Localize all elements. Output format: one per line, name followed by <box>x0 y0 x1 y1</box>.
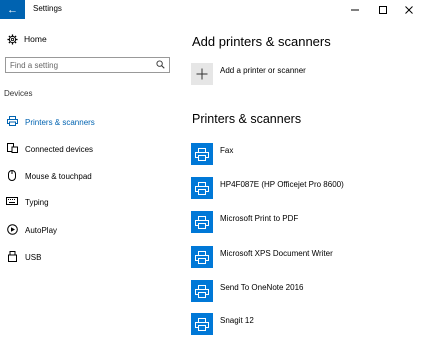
device-item-onenote[interactable]: Send To OneNote 2016 <box>191 280 303 302</box>
gear-icon <box>6 33 18 45</box>
window-title: Settings <box>33 4 62 13</box>
title-bar: ← Settings <box>0 0 421 19</box>
close-button[interactable] <box>394 0 421 19</box>
plus-icon <box>191 63 213 85</box>
device-label: HP4F087E (HP Officejet Pro 8600) <box>220 179 344 189</box>
printer-icon <box>191 313 213 335</box>
usb-icon <box>5 251 19 264</box>
device-label: Microsoft Print to PDF <box>220 213 299 223</box>
connected-devices-icon <box>5 143 19 155</box>
sidebar-item-usb[interactable]: USB <box>5 251 41 264</box>
main-content: Add printers & scanners Add a printer or… <box>180 19 421 353</box>
device-item-snagit[interactable]: Snagit 12 <box>191 313 254 335</box>
sidebar-item-label: Mouse & touchpad <box>25 172 92 181</box>
device-label: Snagit 12 <box>220 315 254 325</box>
printer-icon <box>5 116 19 128</box>
sidebar-item-label: USB <box>25 253 42 262</box>
sidebar-item-label: AutoPlay <box>25 226 58 235</box>
search-input[interactable]: Find a setting <box>5 57 170 73</box>
printer-icon <box>191 280 213 302</box>
sidebar-item-typing[interactable]: Typing <box>5 197 49 207</box>
back-button[interactable]: ← <box>0 0 25 19</box>
fax-icon <box>191 143 213 165</box>
sidebar-item-label: Printers & scanners <box>25 117 95 127</box>
autoplay-icon <box>5 224 19 237</box>
printer-icon <box>191 211 213 233</box>
printer-icon <box>191 246 213 268</box>
device-label: Fax <box>220 145 234 155</box>
back-arrow-icon: ← <box>7 3 18 16</box>
home-label: Home <box>24 34 47 44</box>
add-printer-button[interactable]: Add a printer or scanner <box>191 63 306 85</box>
add-printers-heading: Add printers & scanners <box>192 34 331 49</box>
sidebar-item-printers-scanners[interactable]: Printers & scanners <box>5 116 95 128</box>
device-item-print-to-pdf[interactable]: Microsoft Print to PDF <box>191 211 298 233</box>
device-item-fax[interactable]: Fax <box>191 143 233 165</box>
close-icon <box>405 5 413 14</box>
device-label: Microsoft XPS Document Writer <box>220 248 333 258</box>
maximize-icon <box>379 5 387 14</box>
home-link[interactable]: Home <box>6 33 47 45</box>
sidebar-item-connected-devices[interactable]: Connected devices <box>5 143 93 155</box>
add-printer-label: Add a printer or scanner <box>220 65 306 75</box>
search-placeholder: Find a setting <box>10 60 59 70</box>
keyboard-icon <box>5 197 19 207</box>
minimize-button[interactable] <box>340 0 370 19</box>
minimize-icon <box>351 9 359 10</box>
sidebar-item-label: Typing <box>25 197 49 207</box>
sidebar-item-mouse-touchpad[interactable]: Mouse & touchpad <box>5 170 92 183</box>
search-icon <box>156 60 165 71</box>
device-label: Send To OneNote 2016 <box>220 282 304 292</box>
sidebar-item-autoplay[interactable]: AutoPlay <box>5 224 57 237</box>
device-item-hp-officejet[interactable]: HP4F087E (HP Officejet Pro 8600) <box>191 177 344 199</box>
section-header-devices: Devices <box>4 89 33 98</box>
mouse-icon <box>5 170 19 183</box>
printers-list-heading: Printers & scanners <box>192 112 302 126</box>
device-item-xps-writer[interactable]: Microsoft XPS Document Writer <box>191 246 333 268</box>
sidebar-item-label: Connected devices <box>25 144 94 154</box>
sidebar: Home Find a setting Devices Printers & s… <box>0 19 180 353</box>
printer-icon <box>191 177 213 199</box>
